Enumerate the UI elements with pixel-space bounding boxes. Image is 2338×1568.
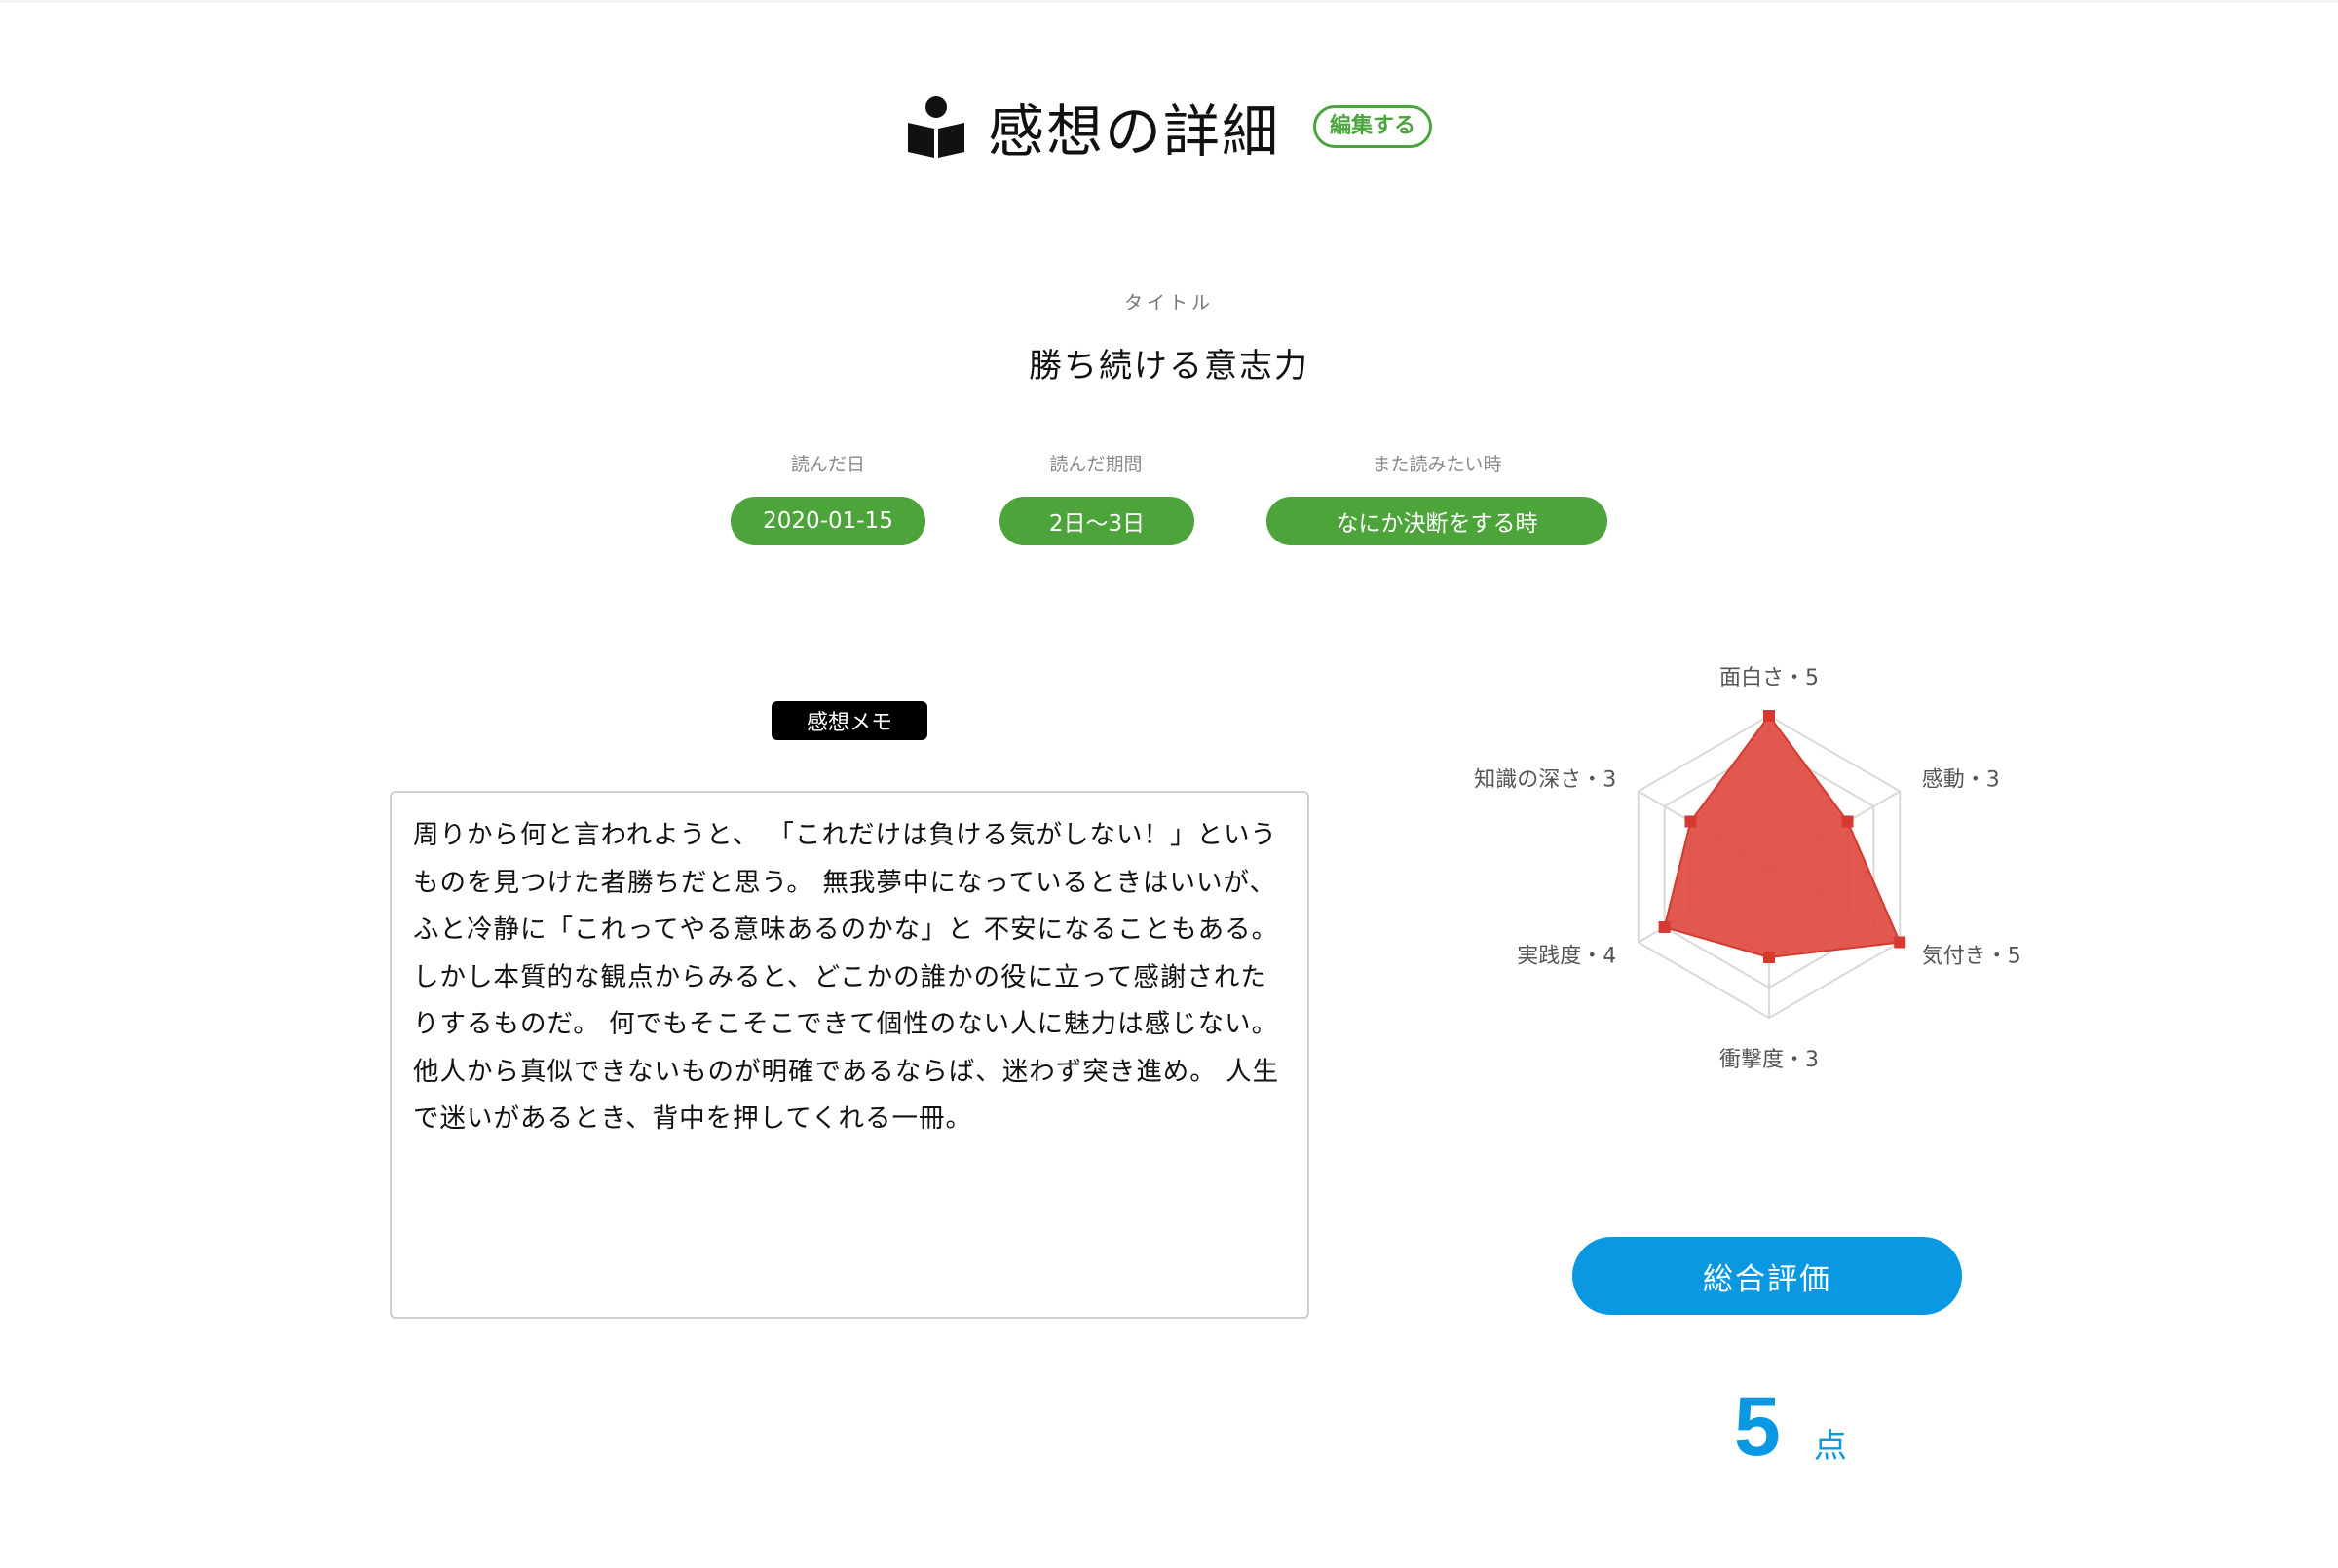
radar-label-3: 衝撃度・3 <box>1719 1048 1819 1072</box>
overall-rating-button[interactable]: 総合評価 <box>1572 1237 1962 1315</box>
reread-badge: なにか決断をする時 <box>1266 497 1607 545</box>
radar-label-5: 知識の深さ・3 <box>1474 768 1616 793</box>
edit-button[interactable]: 編集する <box>1313 105 1433 148</box>
radar-area <box>1663 714 1902 959</box>
radar-point-1 <box>1841 815 1854 828</box>
memo-tag: 感想メモ <box>772 701 927 740</box>
score-value: 5 <box>1734 1380 1781 1474</box>
overall-score: 5 点 <box>1734 1383 1847 1471</box>
radar-chart: 面白さ・5 感動・3 気付き・5 衝撃度・3 実践度・4 知識の深さ・3 <box>1474 666 2021 1072</box>
radar-label-2: 気付き・5 <box>1922 945 2021 969</box>
book-title: 勝ち続ける意志力 <box>1029 347 1309 386</box>
page-header: 感想の詳細 編集する <box>0 88 2338 166</box>
radar-label-4: 実践度・4 <box>1517 945 1616 969</box>
radar-point-2 <box>1894 936 1906 949</box>
radar-label-1: 感動・3 <box>1922 768 2000 793</box>
score-unit: 点 <box>1813 1427 1847 1466</box>
top-border <box>0 0 2338 3</box>
memo-text: 周りから何と言われようと、 「これだけは負ける気がしない！」というものを見つけた… <box>413 820 1280 1134</box>
radar-point-4 <box>1658 921 1671 933</box>
radar-label-0: 面白さ・5 <box>1719 666 1819 691</box>
read-date-badge: 2020-01-15 <box>731 497 925 545</box>
read-date-label: 読んだ日 <box>790 454 866 475</box>
read-period-badge: 2日〜3日 <box>999 497 1194 545</box>
memo-box: 周りから何と言われようと、 「これだけは負ける気がしない！」というものを見つけた… <box>390 791 1309 1319</box>
read-period-label: 読んだ期間 <box>1049 454 1143 475</box>
radar-point-3 <box>1763 952 1775 963</box>
title-label: タイトル <box>1123 292 1214 314</box>
radar-point-5 <box>1684 815 1697 828</box>
page-title: 感想の詳細 <box>987 98 1280 165</box>
book-reader-icon <box>907 96 964 158</box>
reread-label: また読みたい時 <box>1372 454 1502 475</box>
radar-point-0 <box>1763 710 1775 722</box>
